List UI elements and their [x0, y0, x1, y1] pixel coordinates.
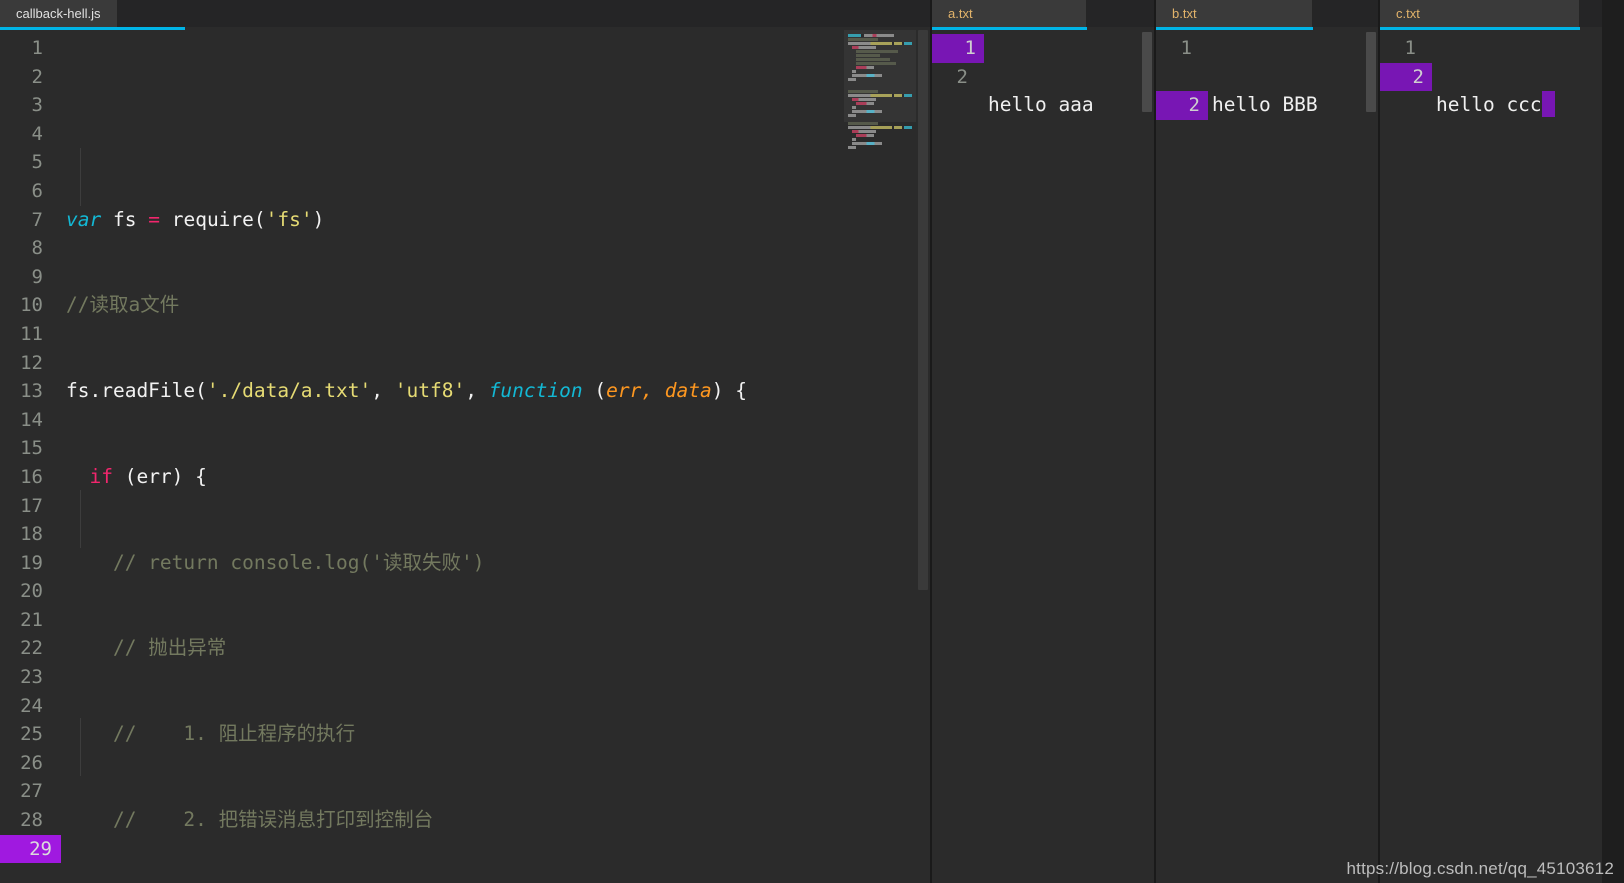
- tab-a-txt[interactable]: a.txt: [932, 0, 1087, 27]
- tab-label: callback-hell.js: [16, 6, 101, 21]
- code-line: // return console.log('读取失败'): [112, 550, 485, 574]
- line-number: 18: [20, 523, 43, 546]
- text-line: [1436, 177, 1602, 206]
- editor-group-b: b.txt 1 - 2 hello BBB: [1156, 0, 1378, 883]
- line-number-gutter-a: 1 2: [932, 30, 984, 883]
- line-number-gutter-b: 1 - 2: [1156, 30, 1208, 883]
- tab-label: a.txt: [948, 6, 973, 21]
- code-line: // 2. 把错误消息打印到控制台: [112, 808, 434, 832]
- code-text-main[interactable]: var fs = require('fs') //读取a文件 fs.readFi…: [52, 30, 930, 883]
- tabbar-empty-space-a: [1087, 0, 1154, 27]
- text-line: hello ccc: [1436, 91, 1602, 120]
- line-number: 1: [31, 37, 43, 59]
- code-line: if (err) {: [89, 464, 207, 488]
- line-number: 19: [20, 551, 43, 574]
- line-number: 11: [20, 322, 43, 345]
- scrollbar-thumb[interactable]: [1142, 32, 1152, 112]
- tabbar-empty-space-main: [117, 0, 930, 27]
- tab-label: b.txt: [1172, 6, 1197, 21]
- text-line: hello aaa: [988, 93, 1094, 116]
- line-number: 8: [31, 237, 43, 260]
- line-number-gutter-main: 1 2 3 4 5 6 7 8 9 10 11 12 13 14 15 16 1…: [0, 30, 61, 883]
- line-number: 25: [20, 723, 43, 746]
- code-area-main[interactable]: 1 2 3 4 5 6 7 8 9 10 11 12 13 14 15 16 1…: [0, 30, 930, 883]
- text-line-content: hello ccc: [1436, 93, 1542, 116]
- line-number: 12: [20, 351, 43, 374]
- tabbar-b: b.txt: [1156, 0, 1378, 27]
- line-number: 17: [20, 494, 43, 517]
- tabbar-empty-space-c: [1580, 0, 1602, 27]
- tab-callback-hell-js[interactable]: callback-hell.js: [0, 0, 118, 27]
- line-number-gutter-c: 1 2: [1380, 30, 1432, 883]
- line-number: 1: [1404, 37, 1416, 59]
- line-number: 16: [20, 465, 43, 488]
- text-line: [988, 177, 1154, 206]
- editor-group-a: a.txt 1 2 hello aaa: [932, 0, 1154, 883]
- tabbar-empty-space-b: [1313, 0, 1378, 27]
- line-number: 2: [31, 65, 43, 88]
- editor-group-c: c.txt 1 2 hello ccc: [1380, 0, 1602, 883]
- line-number: 21: [20, 608, 43, 631]
- code-text-b[interactable]: hello BBB: [1200, 30, 1378, 883]
- code-area-b[interactable]: 1 - 2 hello BBB: [1156, 30, 1378, 883]
- line-number: 2: [956, 65, 968, 88]
- code-line: fs.readFile('./data/a.txt', 'utf8', func…: [66, 379, 748, 403]
- line-number: 13: [20, 380, 43, 403]
- line-number: 23: [20, 666, 43, 689]
- tab-b-txt[interactable]: b.txt: [1156, 0, 1313, 27]
- line-number: 10: [20, 294, 43, 317]
- line-number: 20: [20, 580, 43, 603]
- editor-workbench: callback-hell.js 1 2 3 4 5 6 7 8 9 10 11…: [0, 0, 1624, 883]
- line-number: 27: [20, 780, 43, 803]
- code-area-c[interactable]: 1 2 hello ccc: [1380, 30, 1602, 883]
- text-line: hello BBB: [1212, 93, 1318, 116]
- line-number: 3: [31, 94, 43, 117]
- code-line: //读取a文件: [66, 291, 930, 320]
- comment-read-a: //读取a文件: [66, 293, 180, 317]
- line-number: 5: [31, 151, 43, 174]
- watermark: https://blog.csdn.net/qq_45103612: [1346, 859, 1614, 878]
- code-line: // 1. 阻止程序的执行: [112, 722, 356, 746]
- tab-c-txt[interactable]: c.txt: [1380, 0, 1580, 27]
- code-text-a[interactable]: hello aaa: [976, 30, 1154, 883]
- tabbar-c: c.txt: [1380, 0, 1602, 27]
- vertical-scrollbar-b[interactable]: [1364, 30, 1378, 883]
- line-number: 28: [20, 809, 43, 832]
- line-number: 26: [20, 751, 43, 774]
- line-number: 24: [20, 694, 43, 717]
- tab-label: c.txt: [1396, 6, 1420, 21]
- line-number: 9: [31, 265, 43, 288]
- line-number: 15: [20, 437, 43, 460]
- scrollbar-thumb[interactable]: [1366, 32, 1376, 112]
- line-number: 6: [31, 179, 43, 202]
- code-line: // 抛出异常: [112, 636, 227, 660]
- line-number: 14: [20, 408, 43, 431]
- scrollbar-thumb[interactable]: [918, 30, 928, 590]
- code-line: var fs = require('fs'): [66, 207, 325, 231]
- block-cursor: [1541, 91, 1555, 117]
- line-number: 1: [1180, 37, 1192, 59]
- line-number: 22: [20, 637, 43, 660]
- line-number: 4: [31, 122, 43, 145]
- tabbar-main: callback-hell.js: [0, 0, 930, 27]
- editor-group-main: callback-hell.js 1 2 3 4 5 6 7 8 9 10 11…: [0, 0, 930, 883]
- line-number: 7: [31, 208, 43, 231]
- vertical-scrollbar-main[interactable]: [916, 30, 930, 883]
- vertical-scrollbar-a[interactable]: [1140, 30, 1154, 883]
- code-text-c[interactable]: hello ccc: [1424, 30, 1602, 883]
- tabbar-a: a.txt: [932, 0, 1154, 27]
- code-area-a[interactable]: 1 2 hello aaa: [932, 30, 1154, 883]
- text-line: [1212, 177, 1378, 206]
